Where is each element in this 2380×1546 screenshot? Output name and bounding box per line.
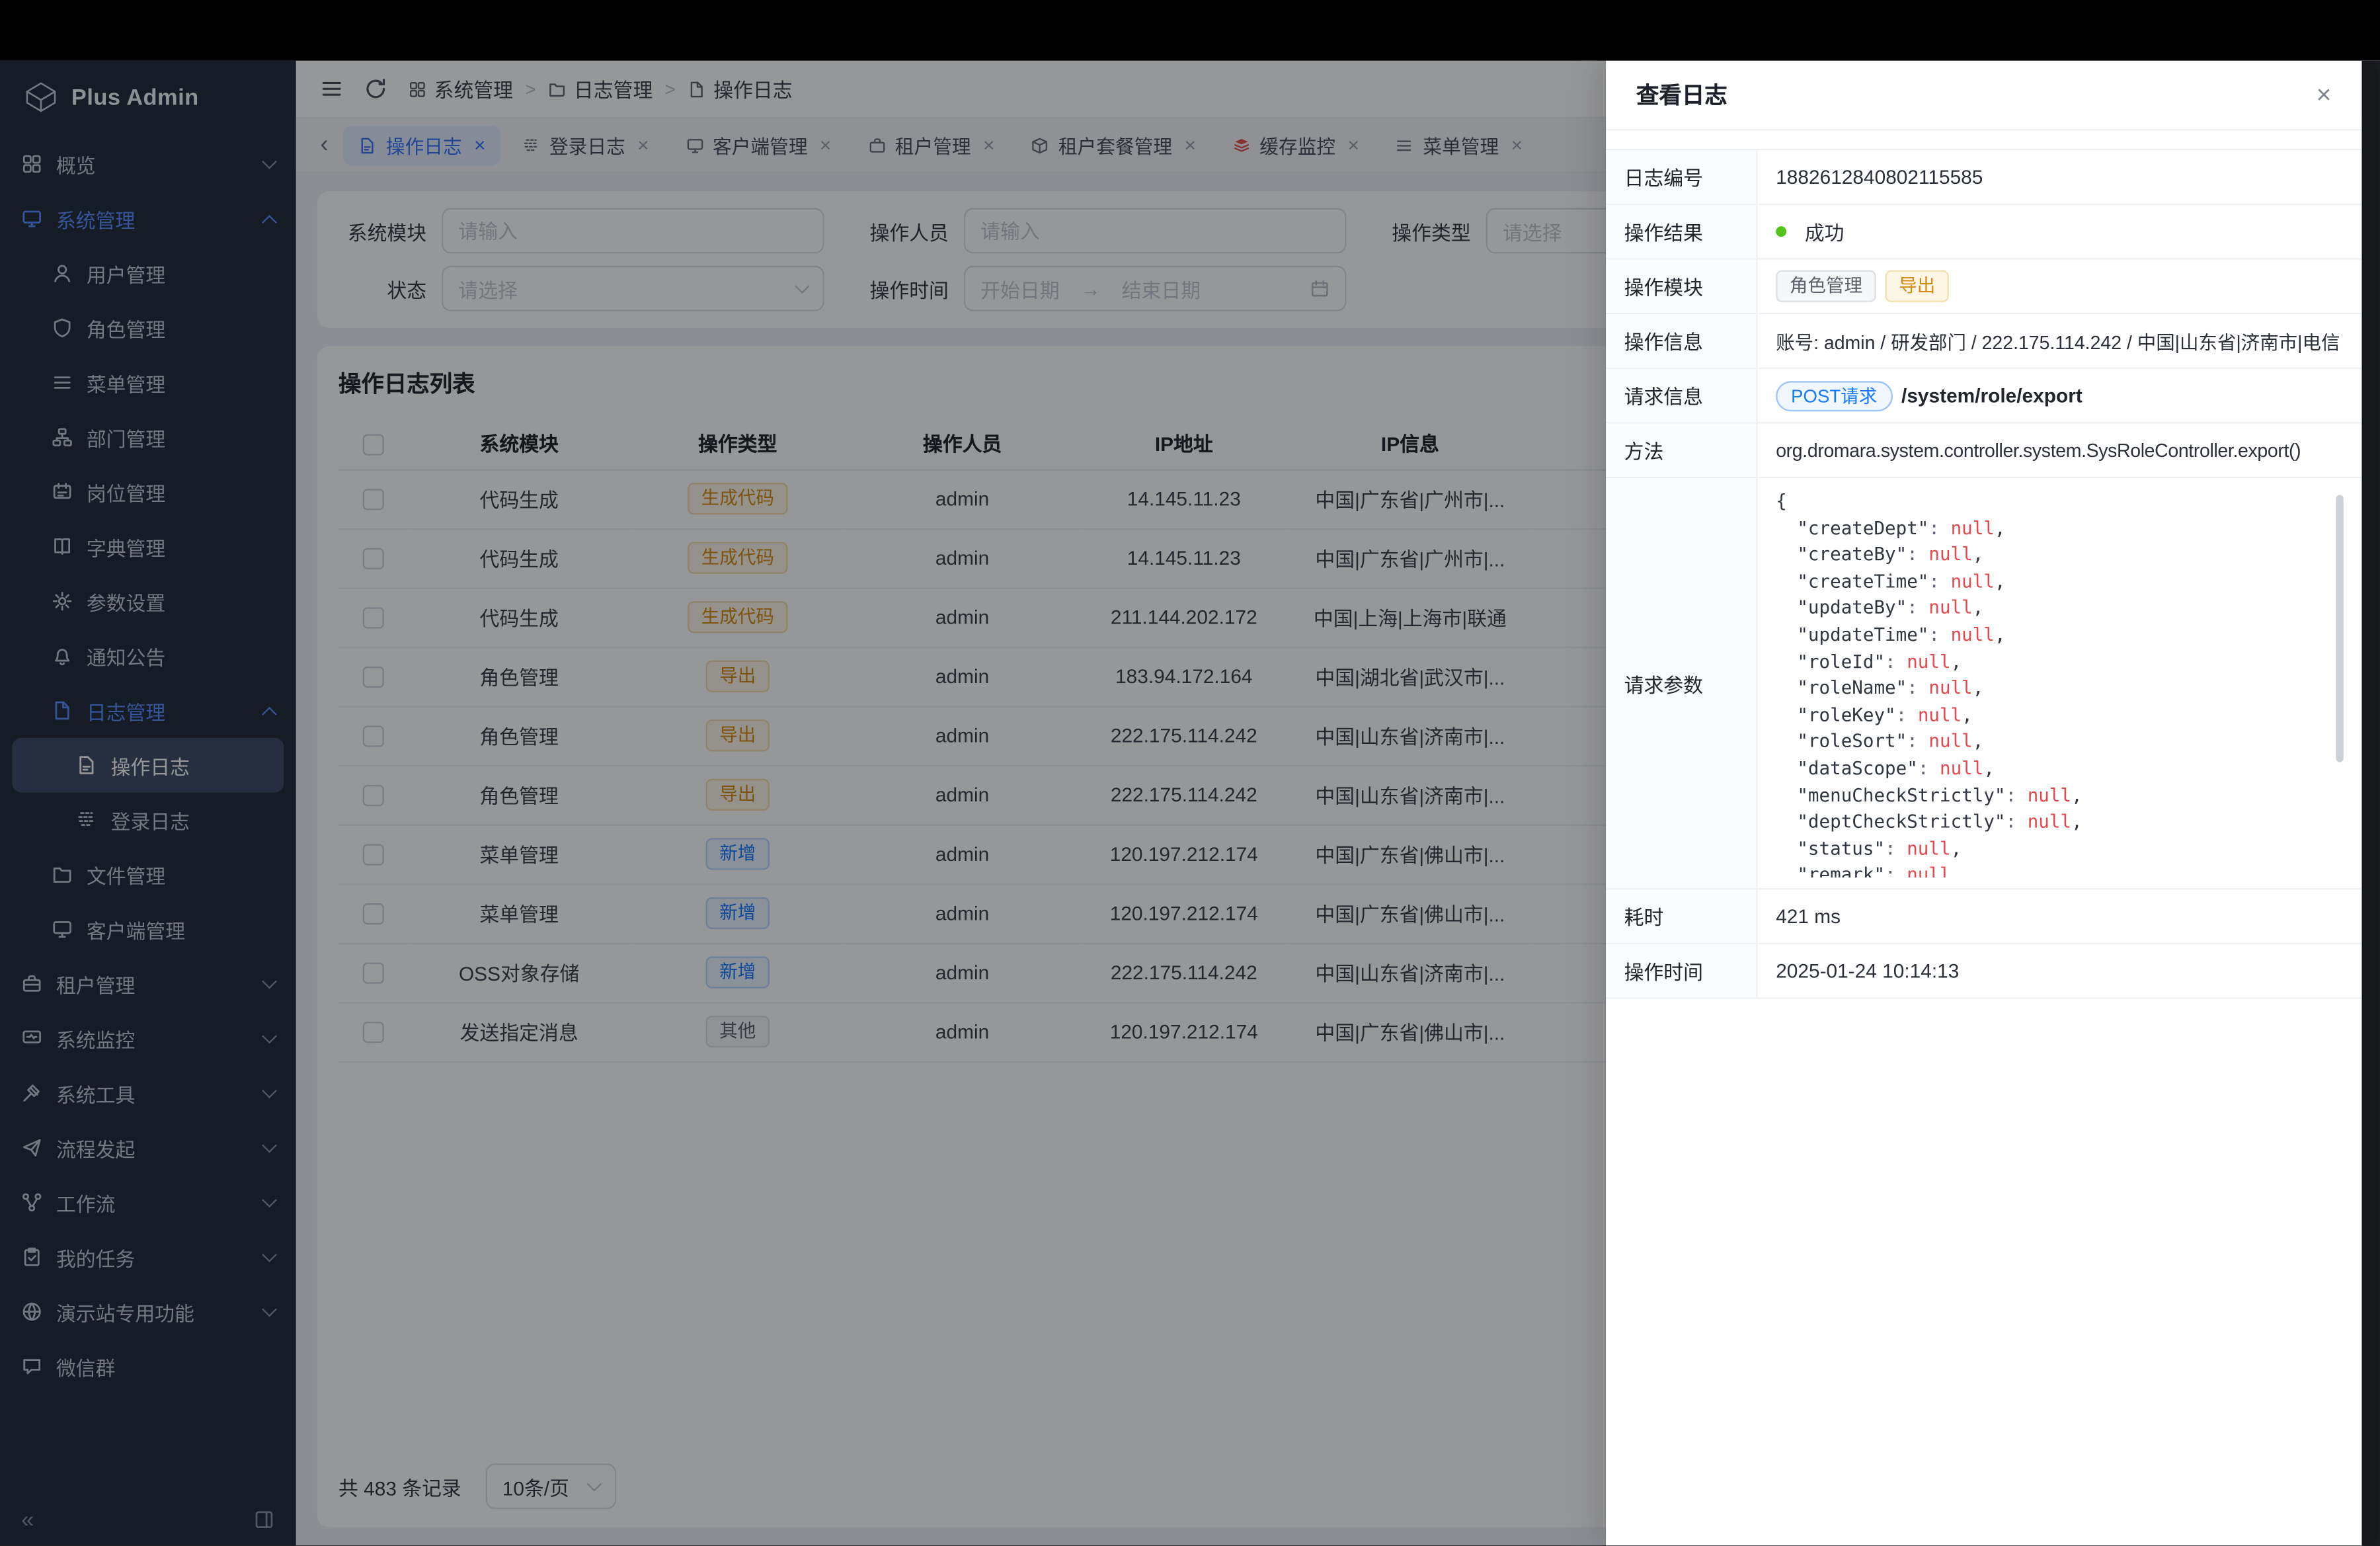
detail-row-method: 方法 org.dromara.system.controller.system.…	[1606, 424, 2361, 479]
result-text: 成功	[1805, 217, 1844, 246]
post-method-tag: POST请求	[1776, 380, 1892, 411]
method-value: org.dromara.system.controller.system.Sys…	[1758, 424, 2362, 477]
log-detail-table: 日志编号 1882612840802115585 操作结果 成功 操作模块 角色…	[1606, 149, 2361, 999]
success-dot-icon	[1776, 226, 1786, 237]
drawer-body: 日志编号 1882612840802115585 操作结果 成功 操作模块 角色…	[1606, 130, 2361, 998]
action-tag: 导出	[1885, 270, 1949, 302]
drawer-title: 查看日志	[1636, 79, 1727, 110]
json-scrollbar-thumb[interactable]	[2336, 495, 2343, 762]
detail-row-params: 请求参数 { "createDept"null "createBy"null "…	[1606, 478, 2361, 889]
screen: Plus Admin 概览 系统管理 用户管理	[0, 0, 2380, 1545]
request-params-json[interactable]: { "createDept"null "createBy"null "creat…	[1776, 489, 2344, 877]
page-scrollbar-strip[interactable]	[2361, 61, 2380, 1545]
detail-row-info: 操作信息 账号: admin / 研发部门 / 222.175.114.242 …	[1606, 314, 2361, 369]
drawer-header: 查看日志 ×	[1606, 61, 2361, 131]
detail-row-request: 请求信息 POST请求 /system/role/export	[1606, 369, 2361, 424]
detail-row-time: 操作时间 2025-01-24 10:14:13	[1606, 944, 2361, 999]
detail-row-module: 操作模块 角色管理 导出	[1606, 260, 2361, 315]
request-url: /system/role/export	[1901, 384, 2082, 407]
log-id-value: 1882612840802115585	[1758, 150, 2362, 203]
cost-value: 421 ms	[1758, 889, 2362, 942]
top-black-bar	[0, 0, 2380, 61]
detail-row-cost: 耗时 421 ms	[1606, 889, 2361, 944]
operation-info-value: 账号: admin / 研发部门 / 222.175.114.242 / 中国|…	[1758, 314, 2362, 367]
close-icon[interactable]: ×	[2317, 82, 2332, 108]
module-tag: 角色管理	[1776, 270, 1876, 302]
operation-time-value: 2025-01-24 10:14:13	[1758, 944, 2362, 997]
view-log-drawer: 查看日志 × 日志编号 1882612840802115585 操作结果 成功 …	[1606, 61, 2361, 1545]
detail-row-result: 操作结果 成功	[1606, 205, 2361, 260]
detail-row-log-id: 日志编号 1882612840802115585	[1606, 150, 2361, 205]
